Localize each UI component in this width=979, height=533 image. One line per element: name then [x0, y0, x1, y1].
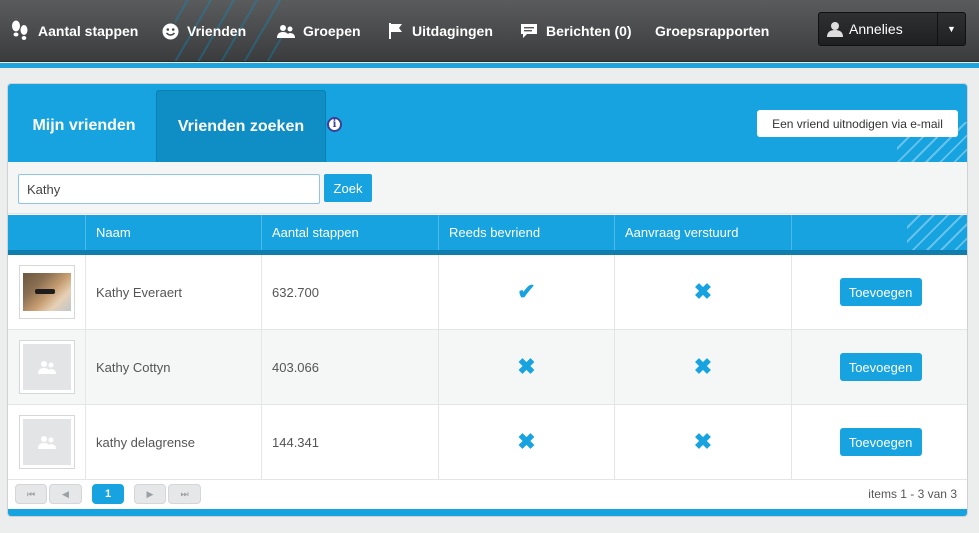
- first-page-button[interactable]: ⏮: [15, 484, 47, 504]
- add-friend-button[interactable]: Toevoegen: [839, 353, 922, 381]
- footsteps-icon: [12, 20, 28, 40]
- search-input[interactable]: [18, 174, 320, 204]
- nav-item-berichten[interactable]: Berichten (0): [520, 19, 632, 43]
- column-header-steps[interactable]: Aantal stappen: [261, 215, 438, 250]
- user-name: Annelies: [849, 21, 903, 37]
- avatar-placeholder: [22, 419, 71, 465]
- add-friend-button[interactable]: Toevoegen: [839, 278, 922, 306]
- tab-bar: Mijn vrienden Vrienden zoeken i Een vrie…: [8, 84, 967, 162]
- steps-cell: 403.066: [261, 330, 438, 404]
- column-header-actions: [791, 215, 967, 250]
- nav-label: Uitdagingen: [412, 23, 493, 39]
- column-header-photo: [8, 215, 85, 250]
- action-cell: Toevoegen: [791, 330, 967, 404]
- steps-cell: 144.341: [261, 405, 438, 479]
- panel-bottom-strip: [8, 509, 967, 516]
- nav-label: Groepen: [303, 23, 361, 39]
- action-cell: Toevoegen: [791, 405, 967, 479]
- pager: ⏮ ◀ 1 ▶ ⏭ items 1 - 3 van 3: [8, 481, 967, 509]
- nav-accent-strip: [0, 63, 979, 68]
- nav-item-aantal-stappen[interactable]: Aantal stappen: [10, 19, 138, 43]
- avatar-placeholder: [22, 344, 71, 390]
- nav-item-groepen[interactable]: Groepen: [277, 19, 361, 43]
- tab-mijn-vrienden[interactable]: Mijn vrienden: [16, 90, 152, 162]
- request-sent-cell: ✖: [614, 330, 791, 404]
- request-sent-cell: ✖: [614, 255, 791, 329]
- cross-icon: ✖: [693, 279, 713, 304]
- info-icon[interactable]: i: [327, 117, 342, 132]
- friends-panel: Mijn vrienden Vrienden zoeken i Een vrie…: [7, 83, 968, 517]
- name-cell: Kathy Everaert: [85, 255, 261, 329]
- cross-icon: ✖: [693, 354, 713, 379]
- user-dropdown[interactable]: Annelies ▼: [818, 12, 966, 46]
- avatar[interactable]: [18, 265, 75, 319]
- column-header-request-sent[interactable]: Aanvraag verstuurd: [614, 215, 791, 250]
- nav-label: Aantal stappen: [38, 23, 139, 39]
- cross-icon: ✖: [693, 429, 713, 454]
- photo-cell: [8, 405, 85, 479]
- person-placeholder-icon: [37, 436, 56, 449]
- profile-photo: [22, 273, 71, 311]
- steps-cell: 632.700: [261, 255, 438, 329]
- chevron-down-icon[interactable]: ▼: [937, 13, 965, 45]
- action-cell: Toevoegen: [791, 255, 967, 329]
- column-header-name[interactable]: Naam: [85, 215, 261, 250]
- pager-info: items 1 - 3 van 3: [868, 487, 957, 501]
- table-row: kathy delagrense 144.341 ✖ ✖ Toevoegen: [8, 405, 967, 480]
- message-icon: [521, 24, 537, 38]
- nav-label: Vrienden: [187, 23, 247, 39]
- already-friends-cell: ✖: [438, 330, 614, 404]
- already-friends-cell: ✔: [438, 255, 614, 329]
- page-number-button[interactable]: 1: [92, 484, 124, 504]
- nav-label: Berichten (0): [546, 23, 632, 39]
- person-placeholder-icon: [37, 361, 56, 374]
- tab-vrienden-zoeken[interactable]: Vrienden zoeken: [156, 90, 326, 162]
- invite-by-email-button[interactable]: Een vriend uitnodigen via e-mail: [757, 110, 958, 137]
- flag-icon: [389, 23, 402, 39]
- group-icon: [277, 24, 295, 38]
- column-header-already-friends[interactable]: Reeds bevriend: [438, 215, 614, 250]
- name-cell: Kathy Cottyn: [85, 330, 261, 404]
- table-row: Kathy Cottyn 403.066 ✖ ✖ Toevoegen: [8, 330, 967, 405]
- search-button[interactable]: Zoek: [324, 174, 372, 202]
- nav-item-vrienden[interactable]: Vrienden: [162, 19, 246, 43]
- check-icon: ✔: [517, 279, 536, 304]
- table-row: Kathy Everaert 632.700 ✔ ✖ Toevoegen: [8, 255, 967, 330]
- last-page-button[interactable]: ⏭: [168, 484, 201, 504]
- top-navigation: Aantal stappen Vrienden Groepen Uitdagin…: [0, 0, 979, 62]
- photo-cell: [8, 330, 85, 404]
- add-friend-button[interactable]: Toevoegen: [839, 428, 922, 456]
- already-friends-cell: ✖: [438, 405, 614, 479]
- search-bar: Zoek: [8, 162, 967, 214]
- cross-icon: ✖: [517, 354, 536, 379]
- request-sent-cell: ✖: [614, 405, 791, 479]
- avatar[interactable]: [18, 340, 75, 394]
- photo-cell: [8, 255, 85, 329]
- user-icon: [827, 22, 843, 37]
- table-header: Naam Aantal stappen Reeds bevriend Aanvr…: [8, 215, 967, 255]
- cross-icon: ✖: [517, 429, 536, 454]
- nav-label: Groepsrapporten: [655, 23, 770, 39]
- nav-item-groepsrapporten[interactable]: Groepsrapporten: [655, 19, 769, 43]
- previous-page-button[interactable]: ◀: [49, 484, 82, 504]
- smiley-icon: [162, 23, 179, 39]
- nav-item-uitdagingen[interactable]: Uitdagingen: [388, 19, 493, 43]
- avatar[interactable]: [18, 415, 75, 469]
- name-cell: kathy delagrense: [85, 405, 261, 479]
- next-page-button[interactable]: ▶: [134, 484, 166, 504]
